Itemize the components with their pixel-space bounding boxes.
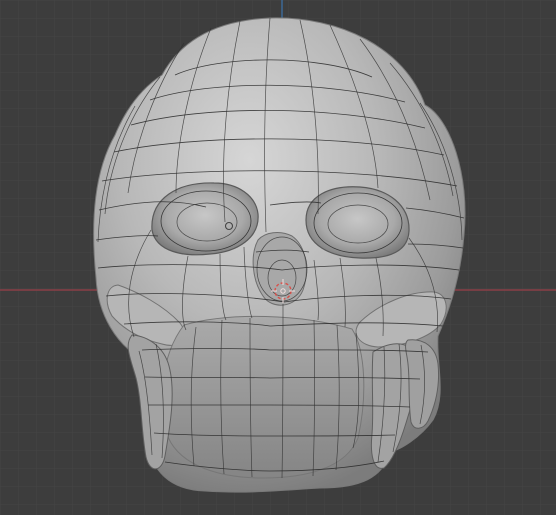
jaw-block <box>161 315 365 479</box>
skull-mesh[interactable] <box>93 17 466 493</box>
3d-viewport[interactable] <box>0 0 556 515</box>
